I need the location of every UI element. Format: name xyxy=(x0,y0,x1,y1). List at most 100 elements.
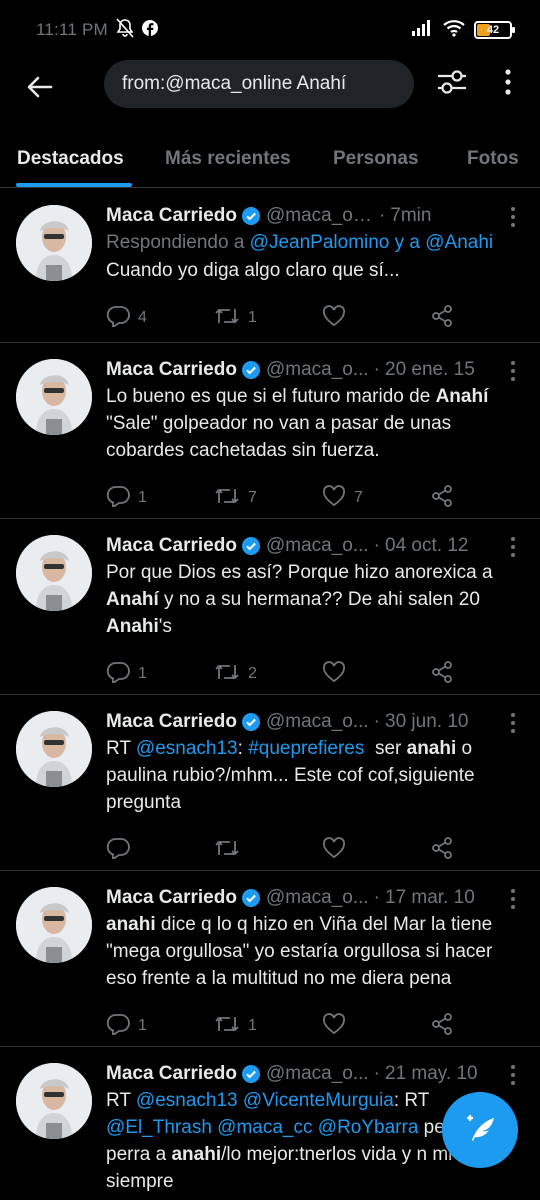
tweet-actions: 1 2 xyxy=(106,646,524,702)
tweet-more-button[interactable] xyxy=(506,711,520,735)
tab-destacados[interactable]: Destacados xyxy=(17,130,124,187)
tweet-header: Maca Carriedo @maca_o... · 17 mar. 10 xyxy=(106,885,524,911)
arrow-left-icon xyxy=(27,76,53,103)
retweet-button[interactable]: 1 xyxy=(214,306,322,331)
reply-button[interactable] xyxy=(106,837,214,864)
like-button[interactable]: 7 xyxy=(322,484,430,512)
share-button[interactable] xyxy=(430,484,470,513)
share-icon xyxy=(430,484,454,513)
tweet-text: anahi dice q lo q hizo en Viña del Mar l… xyxy=(106,911,524,992)
avatar[interactable] xyxy=(16,535,92,611)
avatar[interactable] xyxy=(16,359,92,435)
mention-link[interactable]: @VicenteMurguia xyxy=(243,1090,394,1111)
like-button[interactable] xyxy=(322,836,430,864)
heart-icon xyxy=(322,660,346,688)
tweet-more-button[interactable] xyxy=(506,1063,520,1087)
more-options-button[interactable] xyxy=(488,60,528,108)
heart-icon xyxy=(322,836,346,864)
text-segment: Lo bueno es que si el futuro marido de xyxy=(106,386,436,407)
like-button[interactable] xyxy=(322,304,430,332)
reply-button[interactable]: 1 xyxy=(106,661,214,688)
author-handle[interactable]: @maca_o... xyxy=(266,1061,369,1087)
compose-tweet-button[interactable] xyxy=(442,1092,518,1168)
avatar[interactable] xyxy=(16,205,92,281)
share-button[interactable] xyxy=(430,1012,470,1041)
battery-icon: 42 xyxy=(474,21,515,39)
avatar[interactable] xyxy=(16,1063,92,1139)
share-button[interactable] xyxy=(430,836,470,865)
mention-link[interactable]: @esnach13 xyxy=(136,738,238,759)
author-name[interactable]: Maca Carriedo xyxy=(106,533,237,559)
back-button[interactable] xyxy=(10,64,70,114)
mention-link[interactable]: @esnach13 xyxy=(136,1090,238,1111)
tweet[interactable]: Maca Carriedo @maca_o... · 20 ene. 15 Lo… xyxy=(0,343,540,519)
author-name[interactable]: Maca Carriedo xyxy=(106,709,237,735)
tweet-header: Maca Carriedo @maca_online · 7min xyxy=(106,203,524,229)
tweet[interactable]: Maca Carriedo @maca_online · 7min Respon… xyxy=(0,189,540,343)
verified-badge-icon xyxy=(241,1064,261,1084)
avatar[interactable] xyxy=(16,711,92,787)
reply-icon xyxy=(106,837,130,864)
author-name[interactable]: Maca Carriedo xyxy=(106,885,237,911)
retweet-button[interactable]: 1 xyxy=(214,1014,322,1039)
mention-link[interactable]: @maca_cc xyxy=(217,1117,312,1138)
author-handle[interactable]: @maca_o... xyxy=(266,533,369,559)
retweet-button[interactable]: 2 xyxy=(214,662,322,687)
more-vertical-icon xyxy=(505,68,511,100)
mention-link[interactable]: @RoYbarra xyxy=(318,1117,419,1138)
author-name[interactable]: Maca Carriedo xyxy=(106,1061,237,1087)
retweet-button[interactable]: 7 xyxy=(214,486,322,511)
tweet-time: 04 oct. 12 xyxy=(385,535,469,556)
highlighted-term: Anahi xyxy=(106,616,159,637)
tweet[interactable]: Maca Carriedo @maca_o... · 04 oct. 12 Po… xyxy=(0,519,540,695)
tab-mas-recientes[interactable]: Más recientes xyxy=(165,130,291,187)
mention-link[interactable]: @El_Thrash xyxy=(106,1117,212,1138)
author-handle[interactable]: @maca_o... xyxy=(266,709,369,735)
author-name[interactable]: Maca Carriedo xyxy=(106,203,237,229)
tweet-more-button[interactable] xyxy=(506,205,520,229)
highlighted-term: Anahí xyxy=(435,386,489,407)
like-button[interactable] xyxy=(322,1012,430,1040)
verified-badge-icon xyxy=(241,206,261,226)
tweet-more-button[interactable] xyxy=(506,887,520,911)
reply-icon xyxy=(106,305,130,332)
search-filter-button[interactable] xyxy=(428,60,476,108)
tweet[interactable]: Maca Carriedo @maca_o... · 17 mar. 10 an… xyxy=(0,871,540,1047)
text-segment: dice q lo q hizo en Viña del Mar la tien… xyxy=(106,914,493,989)
reply-count: 1 xyxy=(138,489,147,506)
tweet[interactable]: Maca Carriedo @maca_o... · 30 jun. 10 RT… xyxy=(0,695,540,871)
reply-count: 4 xyxy=(138,309,147,326)
share-button[interactable] xyxy=(430,660,470,689)
tab-fotos[interactable]: Fotos xyxy=(467,130,519,187)
tweet-time: 7min xyxy=(390,205,432,226)
retweet-count: 1 xyxy=(248,1017,257,1034)
reply-button[interactable]: 1 xyxy=(106,485,214,512)
author-name[interactable]: Maca Carriedo xyxy=(106,357,237,383)
author-handle[interactable]: @maca_online xyxy=(266,203,374,229)
author-handle[interactable]: @maca_o... xyxy=(266,885,369,911)
like-button[interactable] xyxy=(322,660,430,688)
reply-button[interactable]: 1 xyxy=(106,1013,214,1040)
tweet-more-button[interactable] xyxy=(506,535,520,559)
highlighted-term: anahi xyxy=(406,738,457,759)
author-handle[interactable]: @maca_o... xyxy=(266,357,369,383)
heart-icon xyxy=(322,484,346,512)
share-button[interactable] xyxy=(430,304,470,333)
compose-feather-icon xyxy=(460,1108,500,1153)
reply-icon xyxy=(106,661,130,688)
tweet-more-button[interactable] xyxy=(506,359,520,383)
reply-count: 1 xyxy=(138,1017,147,1034)
reply-mentions-link[interactable]: @JeanPalomino y a @Anahi xyxy=(250,232,493,253)
active-tab-indicator xyxy=(16,183,132,187)
retweet-count: 1 xyxy=(248,309,257,326)
highlighted-term: anahi xyxy=(171,1144,222,1165)
tweet-header: Maca Carriedo @maca_o... · 04 oct. 12 xyxy=(106,533,524,559)
tweet-text: RT @esnach13: #queprefieres ser anahi o … xyxy=(106,735,524,816)
retweet-button[interactable] xyxy=(214,838,322,863)
hashtag-link[interactable]: #queprefieres xyxy=(248,738,364,759)
text-segment: RT xyxy=(106,738,136,759)
reply-button[interactable]: 4 xyxy=(106,305,214,332)
tab-personas[interactable]: Personas xyxy=(333,130,419,187)
avatar[interactable] xyxy=(16,887,92,963)
search-input[interactable]: from:@maca_online Anahí xyxy=(104,60,414,108)
